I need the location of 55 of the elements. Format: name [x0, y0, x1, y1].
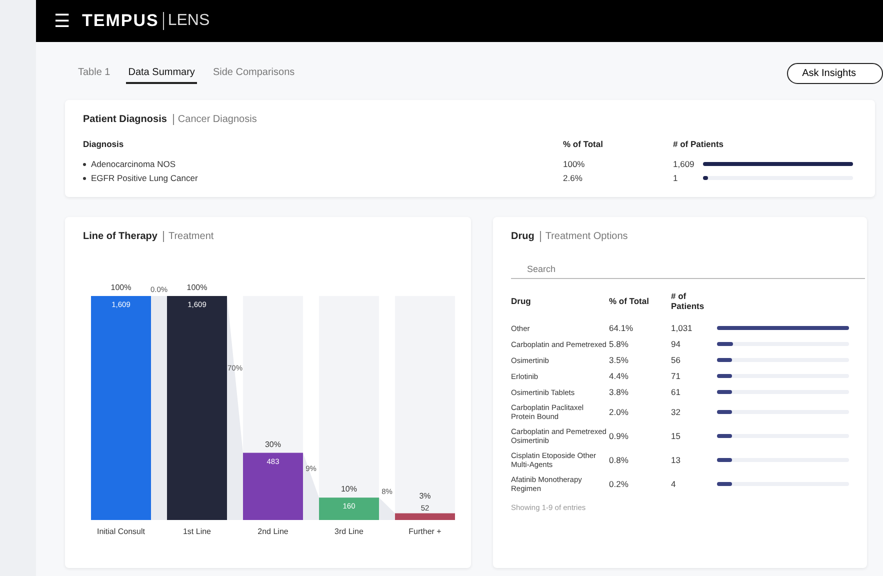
- column-header: % of Total: [563, 139, 604, 149]
- tab[interactable]: Side Comparisons: [210, 62, 297, 84]
- bar-value-label: 100%: [110, 283, 132, 292]
- card-title: Patient Diagnosis: [83, 114, 167, 125]
- column-header: % of Total: [609, 296, 650, 306]
- table-cell-text: 3.5%: [609, 355, 630, 365]
- column-header: # of Patients: [671, 291, 706, 311]
- category-label: Further +: [408, 527, 442, 536]
- card-subtitle: Treatment: [163, 231, 214, 242]
- bar-value-label: 100%: [186, 283, 208, 292]
- table-cell-text: 0.9%: [609, 431, 630, 441]
- category-label: 1st Line: [182, 527, 212, 536]
- table-cell-text: 2.0%: [609, 407, 630, 417]
- menu-icon[interactable]: ☰: [54, 10, 70, 32]
- column-header: Drug: [511, 296, 532, 306]
- table-cell-text: 71: [671, 371, 682, 381]
- table-cell-text: 4: [671, 479, 677, 489]
- column-header: Diagnosis: [83, 139, 125, 149]
- table-cell-text: 13: [671, 455, 682, 465]
- bar-value-label: 30%: [265, 440, 281, 449]
- tab[interactable]: Data Summary: [126, 62, 197, 84]
- column-header: # of Patients: [673, 139, 725, 149]
- table-cell-text: 15: [671, 431, 682, 441]
- table-cell-text: 0.8%: [609, 455, 630, 465]
- table-cell-text: 0.2%: [609, 479, 630, 489]
- table-cell-text: 100%: [563, 159, 586, 169]
- table-cell: EGFR Positive Lung Cancer: [91, 173, 198, 183]
- card-subtitle: Cancer Diagnosis: [172, 114, 257, 125]
- card-subtitle: Treatment Options: [540, 231, 628, 242]
- table-cell-text: 1: [673, 173, 679, 183]
- table-cell-text: 1,031: [671, 323, 694, 333]
- table-cell-text: 3.8%: [609, 387, 630, 397]
- table-cell-text: 64.1%: [609, 323, 634, 333]
- table-cell-text: 5.8%: [609, 339, 630, 349]
- brand-logo: TEMPUS: [82, 11, 159, 31]
- category-label: 3rd Line: [334, 527, 364, 536]
- card-title: Drug: [511, 231, 534, 242]
- ask-button[interactable]: Ask Insights: [787, 62, 883, 84]
- table-cell-text: 94: [671, 339, 682, 349]
- bullet-icon: [83, 177, 86, 180]
- table-cell-text: 4.4%: [609, 371, 630, 381]
- table-cell: Adenocarcinoma NOS: [91, 159, 176, 169]
- table-cell-text: 1,609: [673, 159, 696, 169]
- table-cell-text: 61: [671, 387, 682, 397]
- category-label: Initial Consult: [96, 527, 146, 536]
- table-cell-text: 2.6%: [563, 173, 584, 183]
- table-cell-text: 32: [671, 407, 682, 417]
- product-name: LENS: [162, 12, 210, 30]
- bar-value-label: 3%: [419, 491, 431, 500]
- category-label: 2nd Line: [258, 527, 288, 536]
- tab[interactable]: Table 1: [76, 62, 112, 84]
- card-title: Line of Therapy: [83, 231, 158, 242]
- table-cell-text: 56: [671, 355, 682, 365]
- bullet-icon: [83, 163, 86, 166]
- bar-value-label: 10%: [341, 484, 357, 494]
